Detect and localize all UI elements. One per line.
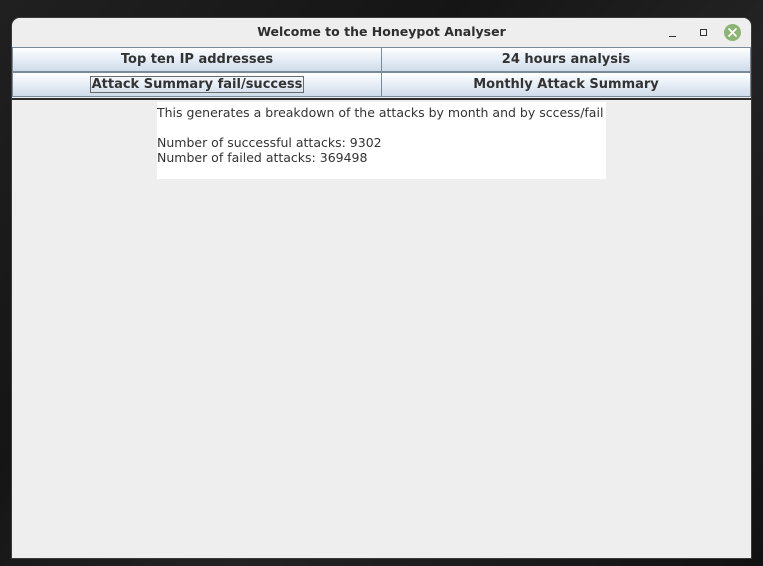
- monthly-attack-summary-button[interactable]: Monthly Attack Summary: [381, 72, 751, 97]
- description-text: This generates a breakdown of the attack…: [157, 105, 604, 120]
- monthly-attack-summary-label: Monthly Attack Summary: [473, 77, 659, 92]
- close-icon: [723, 23, 741, 41]
- close-button[interactable]: [723, 23, 741, 41]
- successful-attacks-text: Number of successful attacks: 9302: [157, 135, 382, 150]
- failed-attacks-text: Number of failed attacks: 369498: [157, 150, 368, 165]
- top-ten-ip-button[interactable]: Top ten IP addresses: [12, 47, 382, 72]
- attack-summary-button[interactable]: Attack Summary fail/success: [12, 72, 382, 97]
- 24-hours-analysis-label: 24 hours analysis: [501, 52, 631, 67]
- minimize-button[interactable]: [663, 23, 681, 41]
- top-ten-ip-label: Top ten IP addresses: [120, 52, 274, 67]
- maximize-icon: [699, 28, 707, 36]
- maximize-button[interactable]: [694, 23, 712, 41]
- title-bar[interactable]: Welcome to the Honeypot Analyser: [12, 18, 751, 46]
- content-area: This generates a breakdown of the attack…: [12, 100, 751, 558]
- app-window: Welcome to the Honeypot Analyser Top ten…: [12, 18, 751, 558]
- window-title: Welcome to the Honeypot Analyser: [257, 24, 506, 39]
- attack-summary-label: Attack Summary fail/success: [89, 76, 305, 93]
- 24-hours-analysis-button[interactable]: 24 hours analysis: [381, 47, 751, 72]
- results-text-area[interactable]: This generates a breakdown of the attack…: [157, 102, 606, 179]
- minimize-icon: [668, 35, 676, 37]
- analysis-button-grid: Top ten IP addresses 24 hours analysis A…: [12, 46, 751, 100]
